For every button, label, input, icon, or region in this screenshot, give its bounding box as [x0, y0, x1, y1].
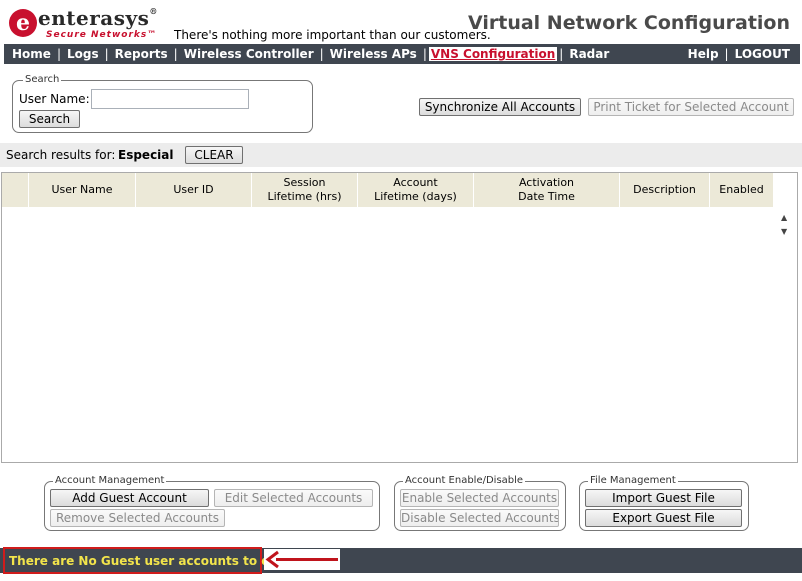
search-results-label: Search results for:	[6, 148, 116, 162]
status-message-highlight: There are No Guest user accounts to disp…	[3, 547, 313, 574]
disable-selected-accounts-button[interactable]: Disable Selected Accounts	[400, 509, 559, 527]
column-header-enabled[interactable]: Enabled	[710, 173, 774, 207]
tagline: There's nothing more important than our …	[174, 28, 491, 42]
nav-help[interactable]: Help	[684, 47, 723, 61]
file-management-panel: File Management Import Guest File Export…	[579, 475, 749, 531]
file-management-legend: File Management	[588, 475, 678, 486]
svg-text:e: e	[16, 10, 30, 36]
print-ticket-button[interactable]: Print Ticket for Selected Account	[588, 98, 794, 116]
column-header-session-lifetime[interactable]: Session Lifetime (hrs)	[252, 173, 358, 207]
table-header: User Name User ID Session Lifetime (hrs)…	[2, 173, 774, 207]
guest-accounts-table: User Name User ID Session Lifetime (hrs)…	[1, 172, 798, 463]
nav-reports[interactable]: Reports	[111, 47, 172, 61]
edit-selected-accounts-button[interactable]: Edit Selected Accounts	[214, 489, 373, 507]
add-guest-account-button[interactable]: Add Guest Account	[50, 489, 209, 507]
brand-name: enterasys®	[38, 6, 158, 30]
nav-right-group: Help | LOGOUT	[684, 47, 800, 61]
search-button[interactable]: Search	[19, 110, 80, 128]
search-panel: Search User Name: Search	[12, 74, 313, 133]
nav-wireless-aps[interactable]: Wireless APs	[326, 47, 421, 61]
nav-separator: |	[319, 47, 324, 61]
synchronize-all-accounts-button[interactable]: Synchronize All Accounts	[419, 98, 581, 116]
scroll-down-arrow-icon[interactable]: ▼	[781, 227, 787, 236]
search-results-bar: Search results for: Especial CLEAR	[0, 143, 802, 167]
nav-wireless-controller[interactable]: Wireless Controller	[180, 47, 318, 61]
nav-separator: |	[422, 47, 427, 61]
enterasys-logo-icon: e	[9, 9, 37, 37]
column-header-description[interactable]: Description	[620, 173, 710, 207]
nav-radar[interactable]: Radar	[565, 47, 613, 61]
account-enable-disable-panel: Account Enable/Disable Enable Selected A…	[394, 475, 566, 531]
annotation-arrow-area	[264, 549, 340, 570]
search-legend: Search	[23, 74, 62, 85]
app-header: e enterasys® Secure Networks™ There's no…	[0, 0, 802, 44]
table-scrollbar[interactable]: ▲ ▼	[775, 207, 797, 243]
column-header-activation-date-time[interactable]: Activation Date Time	[474, 173, 620, 207]
enable-selected-accounts-button[interactable]: Enable Selected Accounts	[400, 489, 559, 507]
left-arrow-icon	[265, 550, 338, 569]
column-header-user-id[interactable]: User ID	[136, 173, 252, 207]
scroll-up-arrow-icon[interactable]: ▲	[781, 213, 787, 222]
nav-separator: |	[724, 47, 729, 61]
nav-separator: |	[173, 47, 178, 61]
nav-separator: |	[56, 47, 61, 61]
account-enable-disable-legend: Account Enable/Disable	[403, 475, 526, 486]
user-name-input[interactable]	[91, 89, 249, 109]
user-name-label: User Name:	[19, 92, 90, 106]
import-guest-file-button[interactable]: Import Guest File	[585, 489, 742, 507]
nav-home[interactable]: Home	[8, 47, 55, 61]
nav-separator: |	[559, 47, 564, 61]
column-header-account-lifetime[interactable]: Account Lifetime (days)	[358, 173, 474, 207]
nav-logs[interactable]: Logs	[63, 47, 103, 61]
account-management-panel: Account Management Add Guest Account Edi…	[44, 475, 380, 531]
column-header-user-name[interactable]: User Name	[29, 173, 136, 207]
nav-logout[interactable]: LOGOUT	[731, 47, 794, 61]
nav-separator: |	[104, 47, 109, 61]
brand-subtitle: Secure Networks™	[46, 30, 158, 40]
nav-vns-configuration[interactable]: VNS Configuration	[428, 47, 558, 61]
export-guest-file-button[interactable]: Export Guest File	[585, 509, 742, 527]
clear-button[interactable]: CLEAR	[185, 146, 243, 164]
account-management-legend: Account Management	[53, 475, 167, 486]
main-nav: Home | Logs | Reports | Wireless Control…	[4, 44, 800, 64]
page-title: Virtual Network Configuration	[467, 12, 790, 34]
remove-selected-accounts-button[interactable]: Remove Selected Accounts	[50, 509, 225, 527]
search-results-term: Especial	[118, 148, 174, 162]
column-header-select[interactable]	[2, 173, 29, 207]
